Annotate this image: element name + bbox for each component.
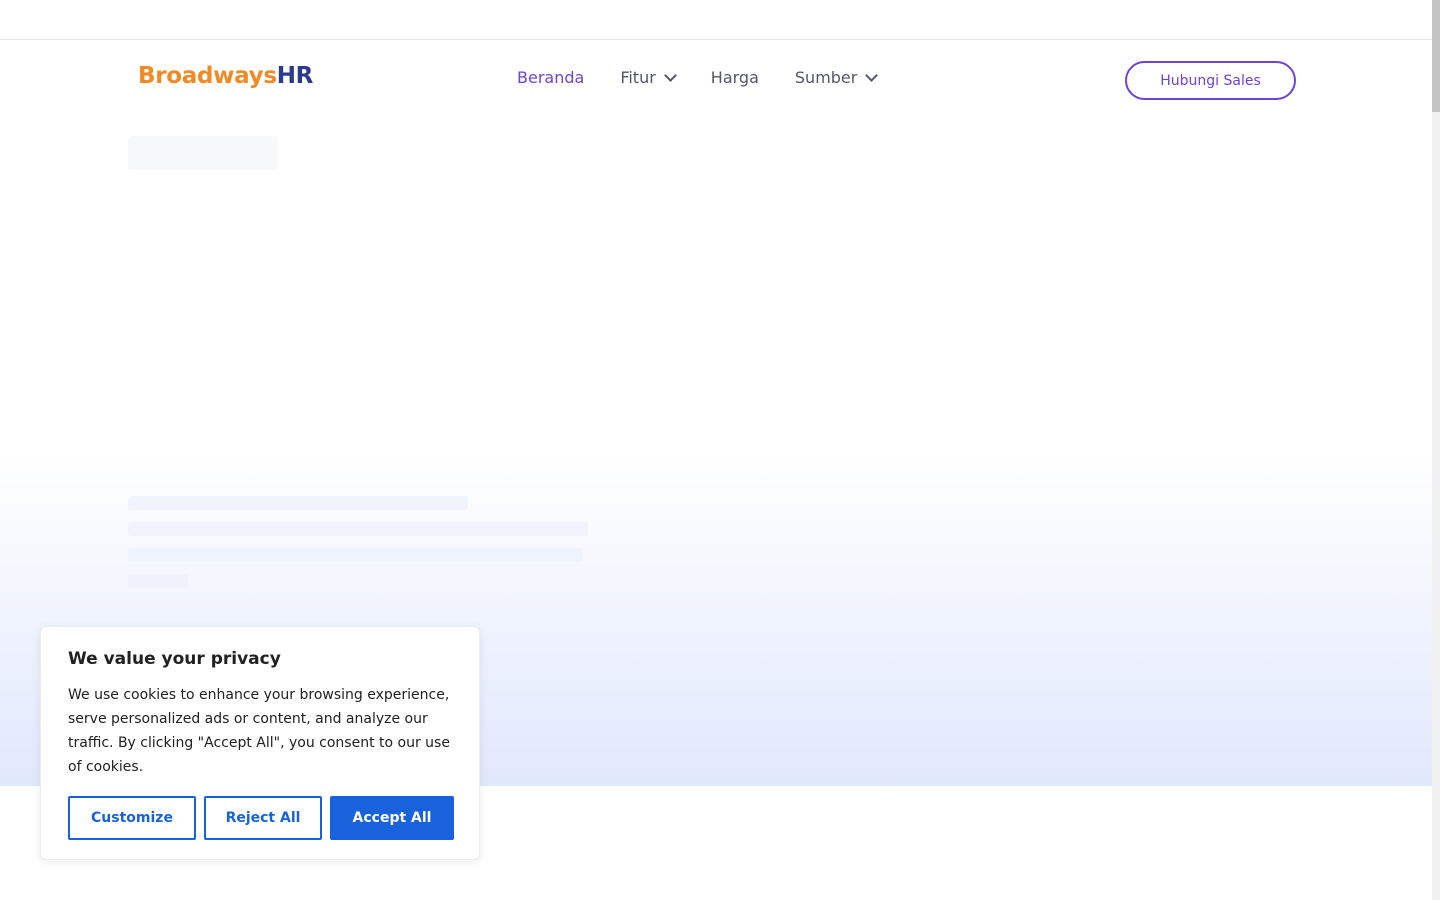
scrollbar-thumb[interactable] xyxy=(1432,0,1440,112)
cookie-title: We value your privacy xyxy=(68,649,281,669)
nav-item-fitur[interactable]: Fitur xyxy=(620,68,677,87)
customize-button[interactable]: Customize xyxy=(68,796,196,840)
logo[interactable]: BroadwaysHR xyxy=(138,63,313,89)
nav-item-label: Sumber xyxy=(794,68,858,87)
loading-placeholder-title xyxy=(128,136,278,170)
contact-sales-button[interactable]: Hubungi Sales xyxy=(1125,61,1296,100)
accept-all-button[interactable]: Accept All xyxy=(330,796,454,840)
loading-placeholder-line xyxy=(128,574,188,588)
top-bar xyxy=(0,0,1432,40)
nav-item-label: Beranda xyxy=(517,68,585,87)
nav-item-label: Harga xyxy=(710,68,759,87)
loading-placeholder-line xyxy=(128,522,588,536)
nav-item-sumber[interactable]: Sumber xyxy=(794,68,879,87)
chevron-down-icon xyxy=(865,68,879,82)
chevron-down-icon xyxy=(663,68,677,82)
main-nav: Beranda Fitur Harga Sumber xyxy=(517,68,912,87)
loading-placeholder-line xyxy=(128,548,583,562)
scrollbar-track[interactable] xyxy=(1432,0,1440,900)
nav-item-harga[interactable]: Harga xyxy=(711,68,759,87)
reject-all-button[interactable]: Reject All xyxy=(204,796,322,840)
logo-text-hr: HR xyxy=(276,63,314,89)
cookie-consent-banner: We value your privacy We use cookies to … xyxy=(40,626,480,860)
cookie-body-text: We use cookies to enhance your browsing … xyxy=(68,687,450,775)
logo-text-broadways: Broadways xyxy=(138,63,277,89)
nav-item-beranda[interactable]: Beranda xyxy=(517,68,584,87)
loading-placeholder-line xyxy=(128,496,468,510)
nav-item-label: Fitur xyxy=(620,68,656,87)
